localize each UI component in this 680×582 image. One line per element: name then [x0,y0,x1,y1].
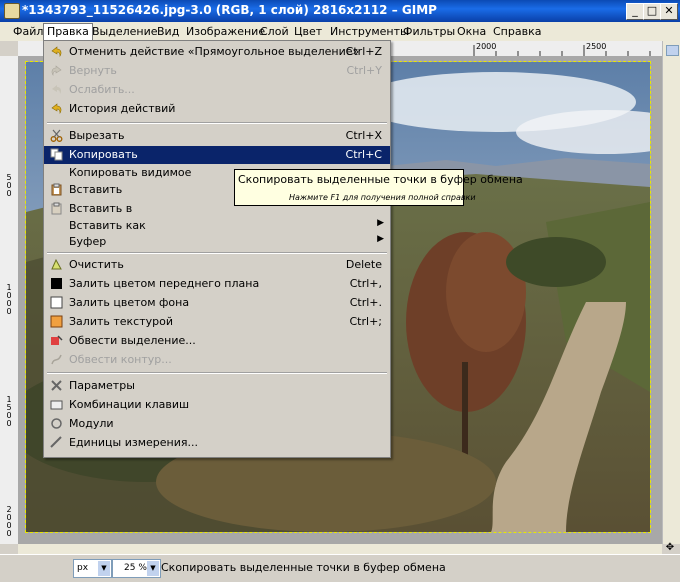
status-bar: px ▼ 25 % ▼ Скопировать выделенные точки… [0,554,680,582]
tooltip-hint: Нажмите F1 для получения полной справки [289,193,476,202]
redo-icon [50,64,63,77]
menu-item-modules[interactable]: Модули [44,415,390,433]
ruler-label: 500 [6,173,12,198]
zoom-select[interactable]: 25 % ▼ [112,559,161,578]
menu-select[interactable]: Выделение [92,25,158,38]
menu-item-undo[interactable]: Отменить действие «Прямоугольное выделен… [44,43,390,61]
horizontal-scrollbar[interactable] [18,544,662,554]
menu-filters[interactable]: Фильтры [403,25,455,38]
menu-item-fade[interactable]: Ослабить... [44,81,390,99]
chevron-down-icon[interactable]: ▼ [98,561,110,576]
menu-separator [47,122,387,124]
paste-into-icon [50,202,63,215]
ruler-label: 1000 [6,283,12,316]
menu-item-fill-fg[interactable]: Залить цветом переднего плана Ctrl+, [44,275,390,293]
ruler-label: 1500 [6,395,12,428]
fade-icon [50,83,63,96]
menu-item-clear[interactable]: Очистить Delete [44,256,390,274]
menu-bar: Файл Правка Выделение Вид Изображение Сл… [0,22,680,42]
stroke-selection-icon [50,334,63,347]
undo-icon [50,45,63,58]
menu-file[interactable]: Файл [13,25,43,38]
menu-item-units[interactable]: Единицы измерения... [44,434,390,452]
cut-icon [50,129,63,142]
history-icon [50,102,63,115]
menu-item-redo[interactable]: Вернуть Ctrl+Y [44,62,390,80]
scroll-up-arrow-icon[interactable] [666,45,679,56]
menu-item-fill-pattern[interactable]: Залить текстурой Ctrl+; [44,313,390,331]
units-icon [50,436,63,449]
chevron-down-icon[interactable]: ▼ [147,561,159,576]
menu-item-preferences[interactable]: Параметры [44,377,390,395]
menu-item-stroke-path[interactable]: Обвести контур... [44,351,390,369]
paste-icon [50,183,63,196]
tooltip: Скопировать выделенные точки в буфер обм… [234,169,523,206]
copy-icon [50,148,63,161]
menu-item-cut[interactable]: Вырезать Ctrl+X [44,127,390,145]
ruler-label: 2000 [476,42,497,51]
tooltip-text: Скопировать выделенные точки в буфер обм… [238,173,523,186]
fill-fg-icon [50,277,63,290]
edit-menu: Отменить действие «Прямоугольное выделен… [43,40,391,458]
preferences-icon [50,379,63,392]
maximize-button[interactable]: □ [643,3,661,20]
menu-edit[interactable]: Правка [43,23,93,41]
navigate-icon[interactable]: ✥ [662,542,678,554]
menu-view[interactable]: Вид [157,25,179,38]
menu-layer[interactable]: Слой [260,25,289,38]
submenu-arrow-icon: ▶ [377,234,384,244]
menu-item-history[interactable]: История действий [44,100,390,118]
vertical-ruler[interactable]: 500 1000 1500 2000 [0,56,19,544]
vertical-scrollbar[interactable] [662,41,680,544]
close-button[interactable]: ✕ [660,3,678,20]
gimp-app-icon[interactable] [4,3,20,19]
menu-help[interactable]: Справка [493,25,541,38]
submenu-arrow-icon: ▶ [377,218,384,228]
keyboard-icon [50,398,63,411]
window-title: *1343793_11526426.jpg-3.0 (RGB, 1 слой) … [22,3,437,17]
unit-select[interactable]: px ▼ [73,559,112,578]
clear-icon [50,258,63,271]
menu-item-fill-bg[interactable]: Залить цветом фона Ctrl+. [44,294,390,312]
stroke-path-icon [50,353,63,366]
menu-item-copy[interactable]: Копировать Ctrl+C [44,146,390,164]
menu-separator [47,252,387,254]
menu-colors[interactable]: Цвет [294,25,322,38]
title-bar: *1343793_11526426.jpg-3.0 (RGB, 1 слой) … [0,0,680,22]
ruler-label: 2000 [6,505,12,538]
menu-image[interactable]: Изображение [186,25,265,38]
menu-separator [47,372,387,374]
modules-icon [50,417,63,430]
menu-item-buffer[interactable]: Буфер ▶ [44,233,390,251]
ruler-corner[interactable] [0,41,18,57]
fill-bg-icon [50,296,63,309]
fill-pattern-icon [50,315,63,328]
status-message: Скопировать выделенные точки в буфер обм… [161,561,446,574]
ruler-label: 2500 [586,42,607,51]
menu-item-keyboard[interactable]: Комбинации клавиш [44,396,390,414]
unit-value: px [77,563,89,573]
zoom-value: 25 % [124,563,147,573]
minimize-button[interactable]: _ [626,3,644,20]
menu-item-stroke-selection[interactable]: Обвести выделение... [44,332,390,350]
menu-tools[interactable]: Инструменты [330,25,409,38]
menu-windows[interactable]: Окна [457,25,486,38]
